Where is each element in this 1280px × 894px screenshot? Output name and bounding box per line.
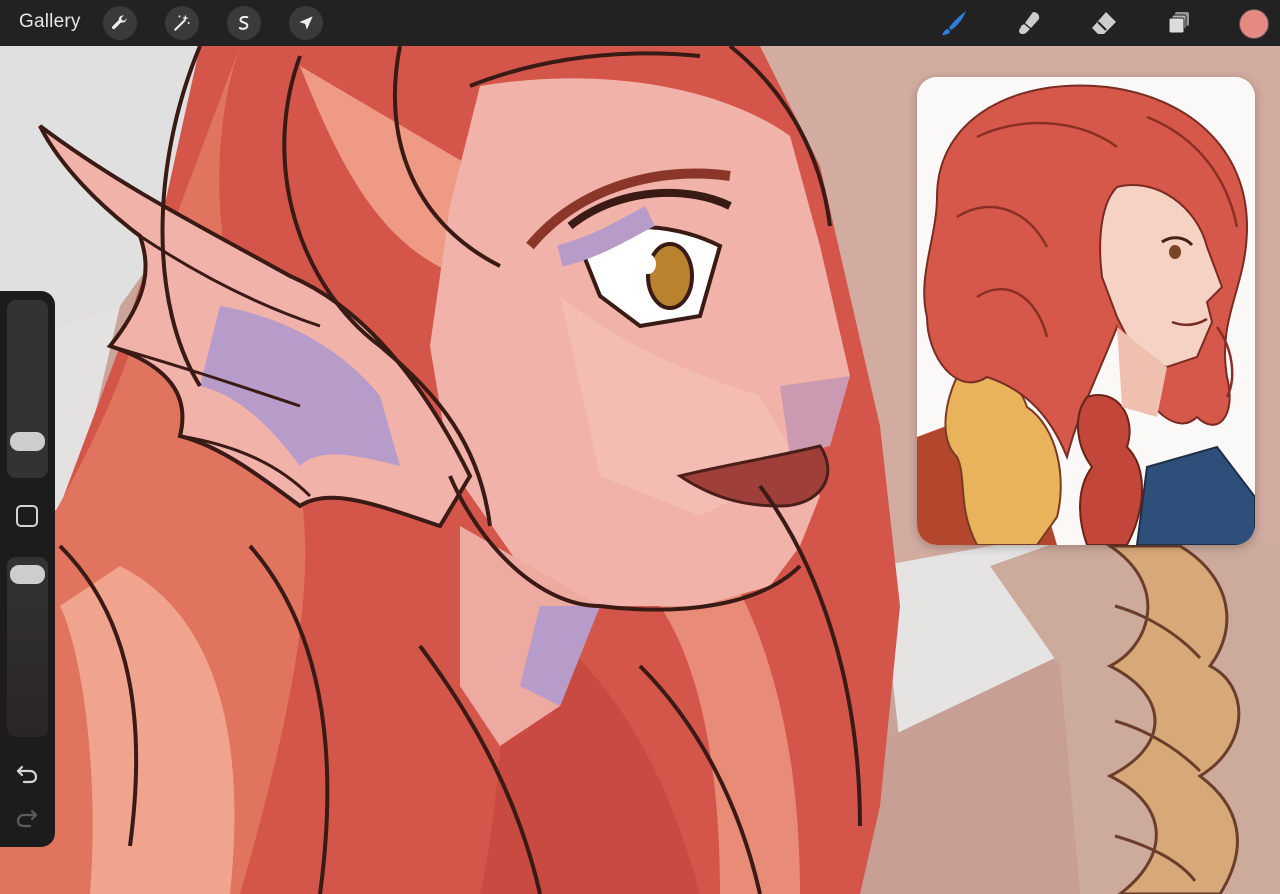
transform-button[interactable] — [289, 6, 323, 40]
color-picker-swatch[interactable] — [1239, 9, 1269, 39]
top-toolbar: Gallery — [0, 0, 1280, 46]
layers-button[interactable] — [1163, 7, 1195, 39]
brush-icon — [942, 11, 966, 35]
erase-tool-button[interactable] — [1088, 7, 1120, 39]
procreate-app: Gallery — [0, 0, 1280, 894]
brush-size-slider[interactable] — [7, 300, 48, 478]
eraser-icon — [1092, 12, 1116, 34]
undo-icon — [16, 765, 38, 784]
modify-square-icon[interactable] — [16, 505, 38, 527]
smudge-tool-button[interactable] — [1013, 7, 1045, 39]
wrench-icon — [112, 15, 127, 30]
magic-wand-icon — [174, 14, 190, 31]
actions-button[interactable] — [103, 6, 137, 40]
gallery-button[interactable]: Gallery — [19, 11, 81, 33]
brush-opacity-thumb[interactable] — [10, 564, 45, 584]
selection-button[interactable] — [227, 6, 261, 40]
reference-image-window[interactable] — [917, 77, 1255, 545]
layers-icon — [1168, 12, 1189, 34]
redo-button[interactable] — [13, 805, 41, 831]
left-sidebar — [0, 291, 55, 847]
brush-size-thumb[interactable] — [10, 431, 45, 451]
brush-opacity-slider[interactable] — [7, 557, 48, 737]
undo-button[interactable] — [13, 761, 41, 787]
reference-image — [917, 77, 1255, 545]
adjustments-button[interactable] — [165, 6, 199, 40]
selection-s-icon — [238, 15, 249, 30]
redo-icon — [16, 809, 38, 828]
paint-tool-button[interactable] — [938, 7, 970, 39]
arrow-cursor-icon — [299, 16, 313, 30]
smudge-icon — [1019, 12, 1040, 35]
